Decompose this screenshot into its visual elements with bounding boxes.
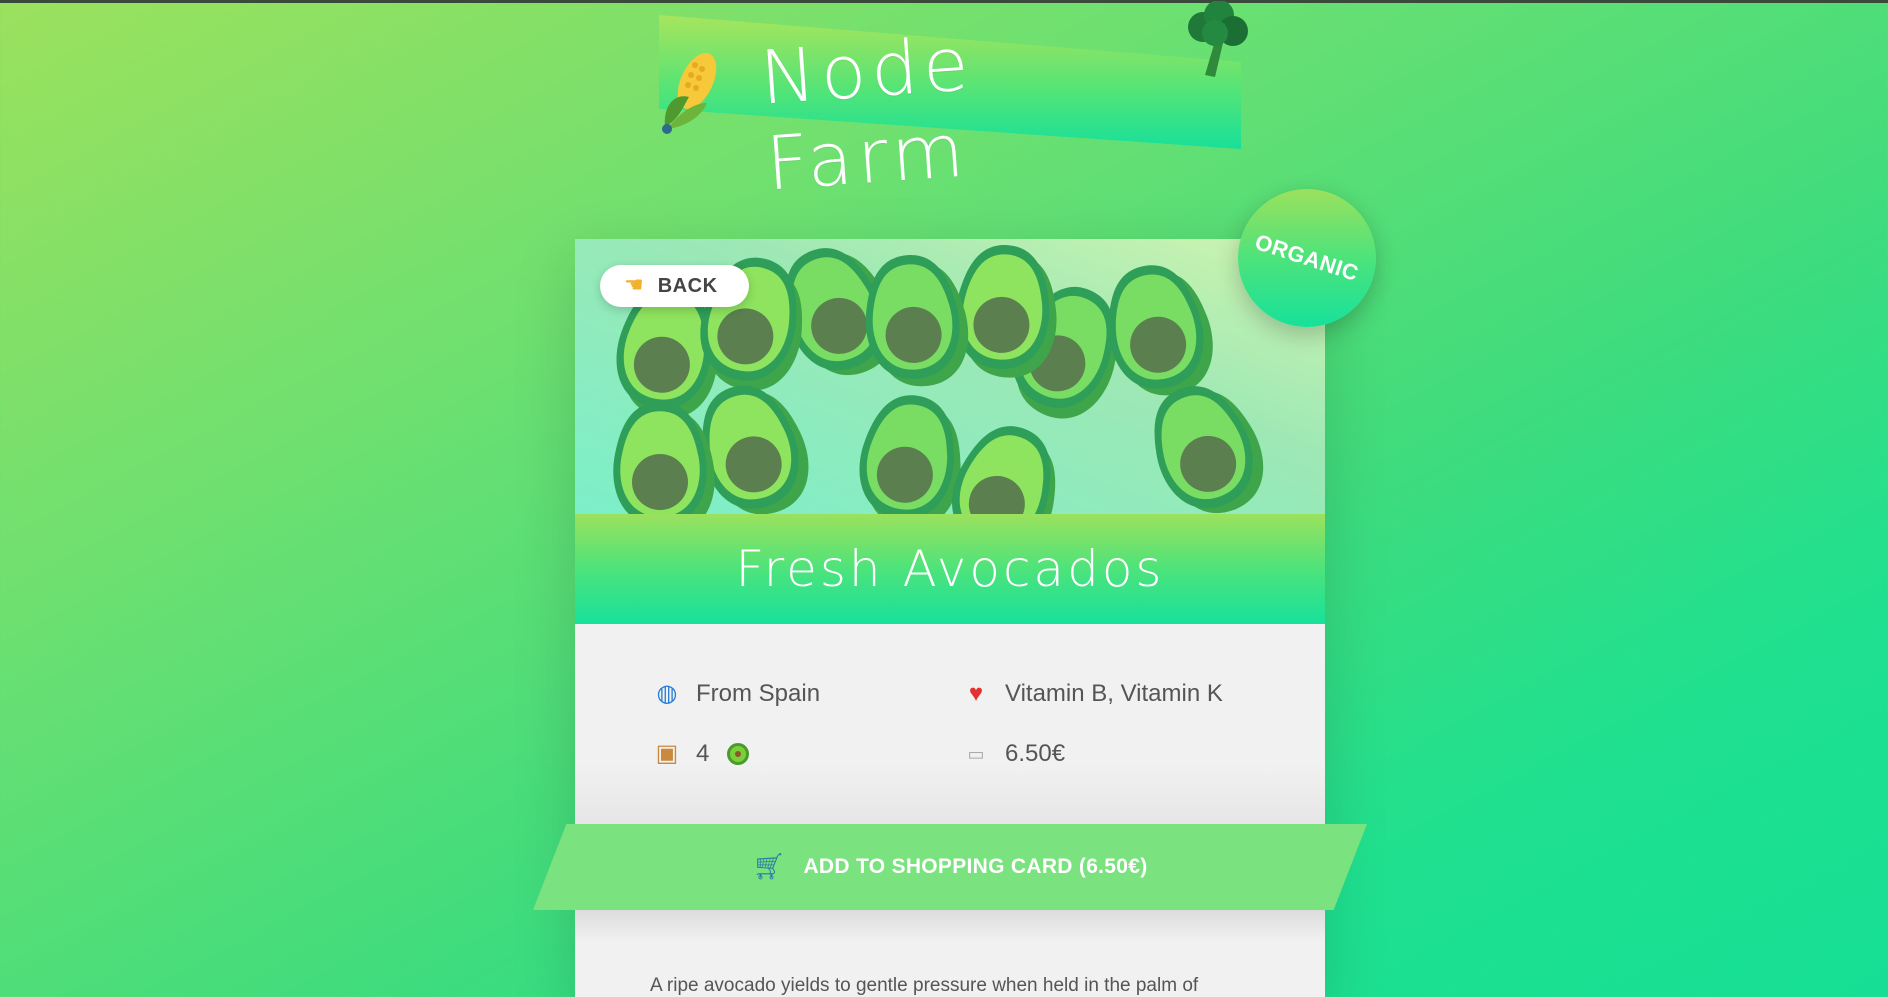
detail-price: ▭ 6.50€ [961, 740, 1065, 768]
price-text: 6.50€ [1005, 740, 1066, 767]
product-details: ◍ From Spain ♥ Vitamin B, Vitamin K ▣ 4 … [575, 624, 1325, 824]
avocado-illustration [865, 255, 969, 387]
origin-text: From Spain [696, 680, 821, 707]
back-label: BACK [657, 274, 718, 297]
globe-icon: ◍ [656, 680, 678, 707]
organic-label: ORGANIC [1252, 229, 1363, 287]
detail-origin: ◍ From Spain [652, 680, 821, 708]
quantity-text: 4 [696, 740, 710, 767]
price-tag-icon: ▭ [967, 744, 985, 764]
hand-pointing-left-icon: ☚ [624, 273, 644, 298]
product-card: ☚ BACK Fresh Avocados ◍ From Spain ♥ Vit… [533, 239, 1367, 997]
corn-icon [662, 52, 717, 134]
shopping-cart-icon: 🛒︎ [752, 852, 786, 882]
avocado-illustration [613, 402, 715, 514]
organic-badge: ORGANIC [1238, 189, 1376, 327]
product-description: A ripe avocado yields to gentle pressure… [650, 975, 1199, 996]
add-to-cart-label: ADD TO SHOPPING CARD (6.50€) [803, 855, 1148, 878]
broccoli-icon [1188, 1, 1248, 77]
back-button[interactable]: ☚ BACK [600, 265, 749, 307]
avocado-illustration [1108, 265, 1213, 396]
site-title: Node Farm [757, 20, 977, 208]
detail-nutrients: ♥ Vitamin B, Vitamin K [961, 680, 1223, 708]
detail-quantity: ▣ 4 [652, 740, 750, 768]
package-icon: ▣ [655, 740, 679, 767]
heart-icon: ♥ [968, 680, 984, 707]
avocado-icon [727, 743, 750, 765]
nutrients-text: Vitamin B, Vitamin K [1005, 680, 1223, 707]
title-band: Fresh Avocados [575, 514, 1325, 624]
description-area: A ripe avocado yields to gentle pressure… [575, 910, 1325, 997]
add-to-cart-button[interactable]: 🛒︎ ADD TO SHOPPING CARD (6.50€) [533, 824, 1367, 910]
product-title: Fresh Avocados [735, 540, 1165, 598]
site-header: Node Farm [659, 1, 1248, 207]
product-image: ☚ BACK [575, 239, 1325, 514]
